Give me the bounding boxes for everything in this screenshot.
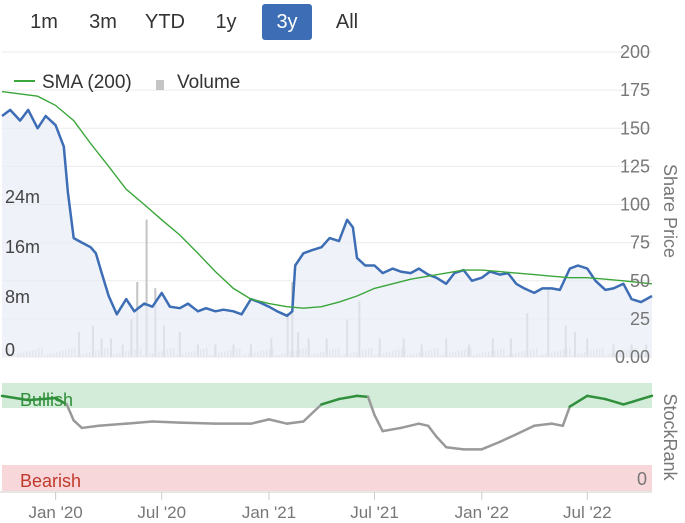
volume-tick-label: 24m [5, 187, 40, 207]
bearish-label: Bearish [20, 471, 81, 491]
stockrank-segment [381, 426, 402, 433]
x-tick-label: Jan '21 [242, 503, 296, 522]
x-tick-label: Jan '20 [28, 503, 82, 522]
x-tick-label: Jan '22 [455, 503, 509, 522]
price-area [2, 109, 652, 358]
sma-legend-label: SMA (200) [42, 72, 132, 93]
volume-legend-label: Volume [177, 72, 240, 93]
stockrank-segment [417, 422, 430, 428]
price-tick-label: 125 [620, 156, 650, 176]
stockrank-segment [561, 405, 572, 428]
stockrank-segment [249, 418, 271, 425]
volume-tick-label: 16m [5, 237, 40, 257]
stockrank-segment [285, 420, 305, 425]
x-axis: Jan '20 Jul '20 Jan '21 Jul '21 Jan '22 Jul '… [28, 492, 612, 522]
stockrank-segment [151, 420, 182, 424]
price-tick-label: 75 [630, 233, 650, 253]
price-tick-label: 0.00 [615, 347, 650, 367]
x-tick-label: Jul '22 [563, 503, 612, 522]
stockrank-segment [97, 422, 128, 428]
price-tick-label: 50 [630, 271, 650, 291]
price-tick-label: 100 [620, 195, 650, 215]
stockrank-segment [444, 445, 465, 451]
x-tick-label: Jul '20 [137, 503, 186, 522]
stockrank-segment [373, 413, 384, 433]
price-tick-label: 200 [620, 42, 650, 62]
stockrank-segment [550, 422, 565, 428]
stockrank-segment [267, 418, 289, 425]
stockrank-segment [435, 435, 448, 449]
stockrank-zero-tick: 0 [637, 469, 647, 489]
bearish-zone [2, 465, 652, 491]
volume-legend-swatch [156, 80, 164, 90]
share-price-axis-title: Share Price [660, 164, 680, 258]
volume-tick-label: 0 [5, 340, 15, 360]
stockrank-segment [480, 440, 502, 451]
stockrank-segment [355, 394, 370, 399]
stockrank-segment [124, 420, 154, 425]
stock-chart: 200 175 150 125 100 75 50 25 0.00 24m 16m 8m 0 Shar… [0, 42, 680, 522]
stockrank-axis-title: StockRank [660, 393, 680, 481]
stockrank-segment [80, 424, 101, 430]
stockrank-segment [426, 424, 438, 438]
price-tick-label: 25 [630, 309, 650, 329]
stockrank-segment [498, 433, 518, 444]
stockrank-segment [532, 422, 553, 428]
bullish-zone [2, 383, 652, 408]
price-tick-label: 150 [620, 118, 650, 138]
stockrank-segment [72, 419, 84, 430]
stockrank-segment [399, 422, 421, 430]
stockrank-segment [178, 421, 217, 425]
volume-tick-label: 8m [5, 287, 30, 307]
stockrank-segment [514, 424, 536, 436]
price-tick-label: 175 [620, 80, 650, 100]
legend: SMA (200) Volume [14, 72, 240, 93]
x-tick-label: Jul '21 [350, 503, 399, 522]
